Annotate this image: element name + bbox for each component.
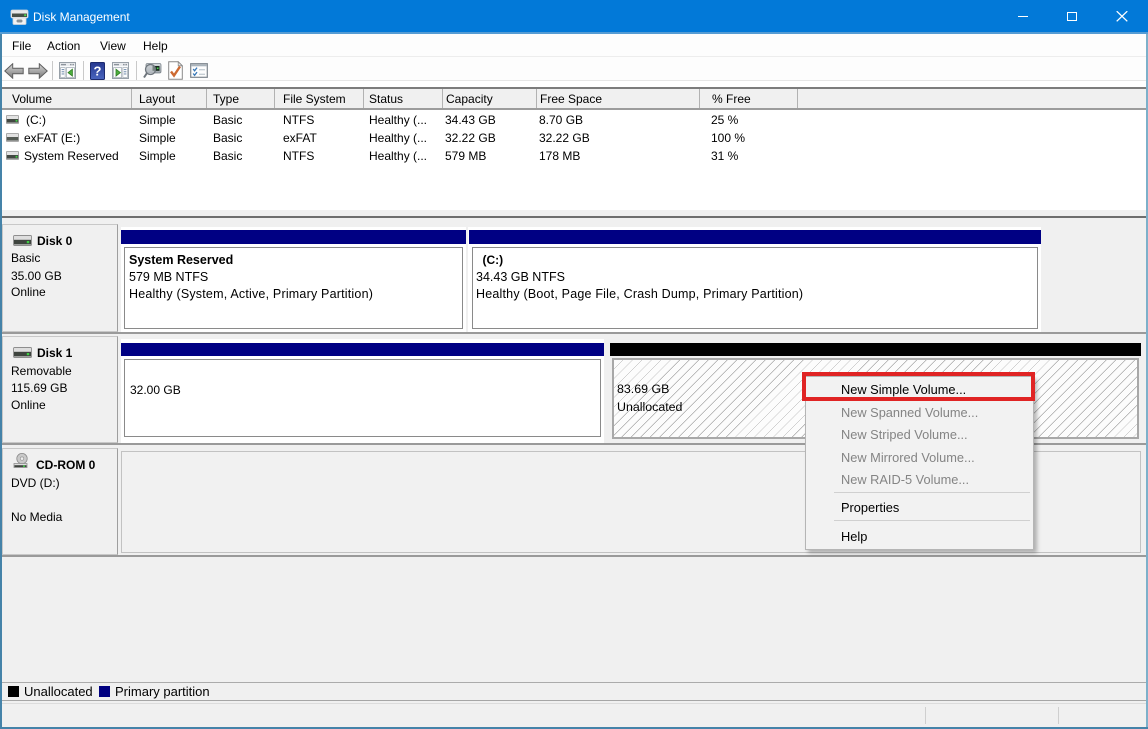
svg-text:?: ? <box>94 64 102 79</box>
